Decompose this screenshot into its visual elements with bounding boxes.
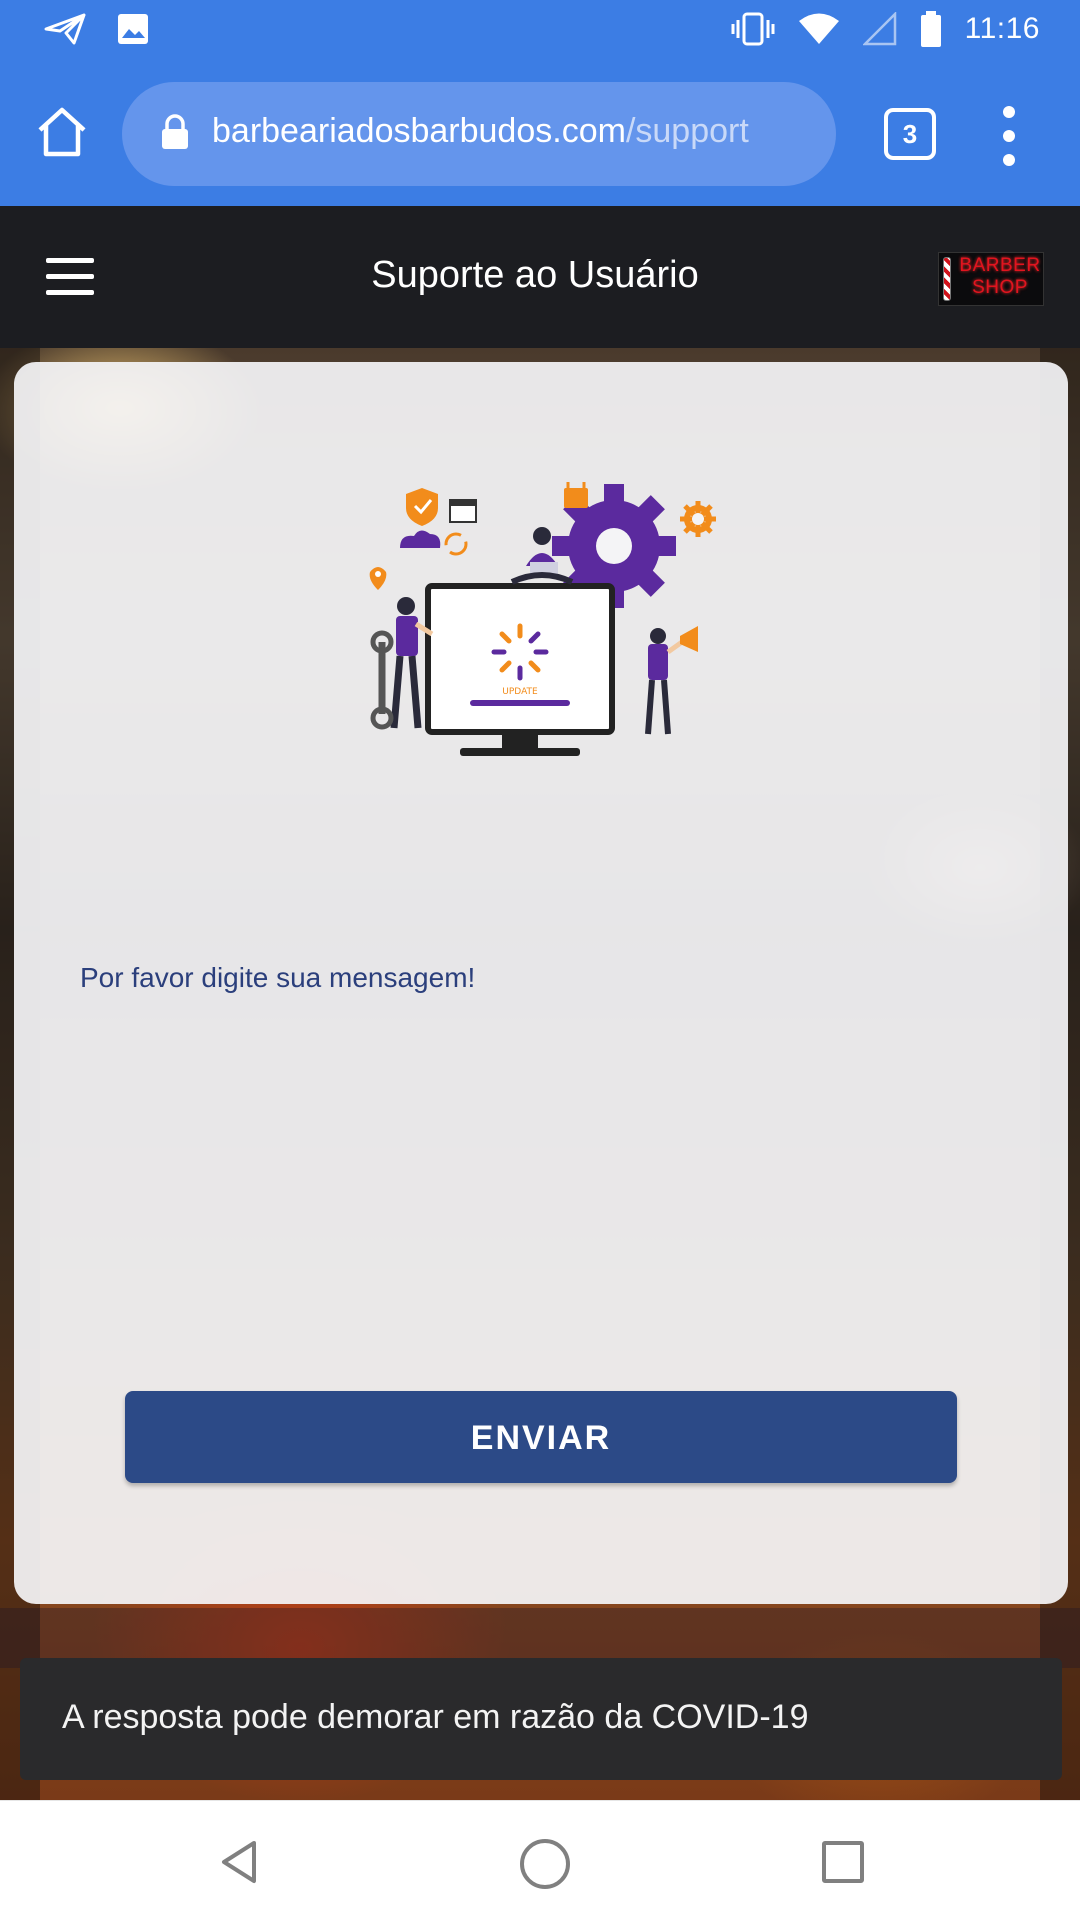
send-button[interactable]: ENVIAR xyxy=(125,1391,957,1483)
support-card: UPDATE Por favor digite sua mensagem! EN… xyxy=(14,362,1068,1604)
address-bar[interactable]: barbeariadosbarbudos.com/support xyxy=(122,82,836,186)
app-header: Suporte ao Usuário BARBER SHOP xyxy=(0,206,1080,348)
message-prompt[interactable]: Por favor digite sua mensagem! xyxy=(80,962,475,994)
update-label: UPDATE xyxy=(502,687,538,697)
home-nav-icon[interactable] xyxy=(520,1839,570,1889)
signal-icon xyxy=(862,12,896,46)
recent-apps-icon[interactable] xyxy=(822,1841,864,1883)
logo-text-line2: SHOP xyxy=(972,277,1028,298)
clock: 11:16 xyxy=(964,12,1040,45)
status-bar: 11:16 xyxy=(0,0,1080,64)
barber-pole-icon xyxy=(943,257,951,301)
snackbar: A resposta pode demorar em razão da COVI… xyxy=(20,1658,1062,1780)
url-text[interactable]: barbeariadosbarbudos.com/support xyxy=(212,112,749,151)
tab-switcher-button[interactable]: 3 xyxy=(884,108,936,160)
lock-icon xyxy=(162,114,188,149)
back-icon[interactable] xyxy=(218,1839,264,1885)
logo-text-line1: BARBER xyxy=(959,255,1041,276)
barber-shop-logo[interactable]: BARBER SHOP xyxy=(938,252,1044,306)
battery-icon xyxy=(920,11,941,47)
page-title: Suporte ao Usuário xyxy=(371,254,699,296)
image-icon xyxy=(118,14,148,44)
software-update-illustration: UPDATE xyxy=(369,482,716,756)
url-path: /support xyxy=(625,112,749,150)
url-domain: barbeariadosbarbudos.com xyxy=(212,112,626,150)
send-icon xyxy=(44,13,86,45)
wifi-icon xyxy=(798,13,839,44)
navigation-bar xyxy=(0,1800,1080,1921)
browser-toolbar: barbeariadosbarbudos.com/support 3 xyxy=(0,64,1080,206)
home-icon[interactable] xyxy=(34,104,90,160)
snackbar-message: A resposta pode demorar em razão da COVI… xyxy=(62,1698,809,1736)
overflow-menu-icon[interactable] xyxy=(996,106,1022,166)
vibrate-icon xyxy=(731,12,775,46)
